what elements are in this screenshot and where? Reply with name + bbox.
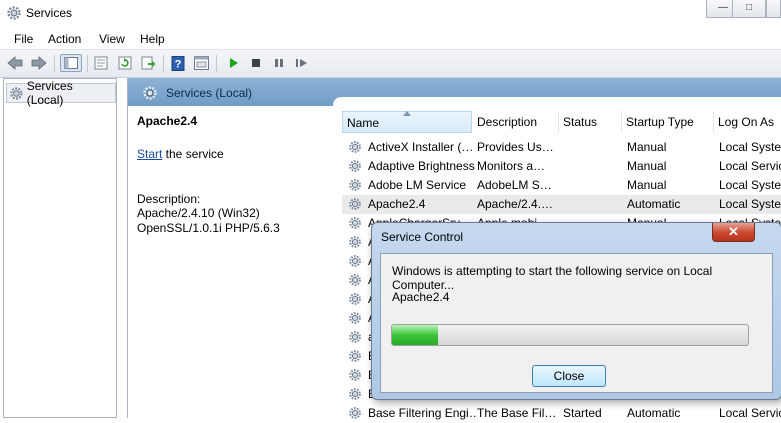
back-arrow-icon[interactable]: [6, 54, 24, 72]
gear-icon: [10, 86, 23, 100]
start-link-suffix: the service: [162, 147, 224, 161]
table-row[interactable]: Adaptive Brightness Monitors a… Manual Loca…: [342, 157, 781, 176]
service-gear-icon: [349, 236, 361, 248]
cell-name: Apache2.4: [368, 197, 426, 211]
svg-text:?: ?: [175, 58, 182, 70]
service-gear-icon: [349, 293, 361, 305]
toolbar: ?: [0, 49, 781, 78]
column-header-log-on-as[interactable]: Log On As: [714, 111, 781, 133]
column-header-description[interactable]: Description: [473, 111, 559, 133]
start-link[interactable]: Start: [137, 147, 162, 161]
cell-log-on-as: Local Servic…: [719, 159, 781, 173]
description-label: Description:: [137, 192, 201, 206]
pane-title: Services (Local): [166, 86, 253, 100]
show-tree-icon[interactable]: [60, 54, 82, 72]
properties-icon[interactable]: [92, 54, 110, 72]
cell-startup-type: Automatic: [627, 197, 681, 211]
service-gear-icon: [349, 217, 361, 229]
column-header-status[interactable]: Status: [559, 111, 622, 133]
menu-view[interactable]: View: [99, 32, 125, 46]
service-gear-icon: [349, 160, 361, 172]
service-control-dialog: Service Control ✕ Windows is attempting …: [371, 222, 781, 400]
cell-description: AdobeLM S…: [477, 178, 552, 192]
menu-file[interactable]: File: [14, 32, 33, 46]
service-gear-icon: [349, 388, 361, 400]
menu-help[interactable]: Help: [140, 32, 165, 46]
cell-log-on-as: Local Syste…: [719, 140, 781, 154]
cell-description: Provides Us…: [477, 140, 554, 154]
column-header-startup-type[interactable]: Startup Type: [622, 111, 714, 133]
description-line-1: Apache/2.4.10 (Win32): [137, 206, 260, 220]
dialog-message: Windows is attempting to start the follo…: [392, 264, 713, 292]
dialog-body: Windows is attempting to start the follo…: [380, 253, 773, 393]
selected-service-name: Apache2.4: [137, 114, 198, 128]
description-line-2: OpenSSL/1.0.1i PHP/5.6.3: [137, 221, 280, 235]
column-header-name[interactable]: Name: [342, 111, 472, 133]
service-gear-icon: [349, 350, 361, 362]
progress-bar: [391, 324, 749, 346]
window-title: Services: [26, 6, 73, 20]
export-list-icon[interactable]: [139, 54, 157, 72]
service-gear-icon: [349, 255, 361, 267]
cell-name: ActiveX Installer (…: [368, 140, 474, 154]
start-service-text: Start the service: [137, 147, 224, 161]
cell-description: Apache/2.4.…: [477, 197, 554, 211]
tree-item-label: Services (Local): [26, 79, 73, 107]
gear-icon: [7, 6, 21, 20]
gear-icon: [143, 86, 157, 100]
cell-name: Adobe LM Service: [368, 178, 467, 192]
restart-icon[interactable]: [293, 54, 311, 72]
cell-name: Adaptive Brightness: [368, 159, 475, 173]
service-gear-icon: [349, 369, 361, 381]
cell-startup-type: Manual: [627, 178, 667, 192]
pane-header-divider: [333, 97, 781, 106]
service-gear-icon: [349, 141, 361, 153]
service-gear-icon: [349, 198, 361, 210]
close-window-button[interactable]: [766, 0, 781, 18]
cell-startup-type: Manual: [627, 140, 667, 154]
cell-startup-type: Manual: [627, 159, 667, 173]
help-icon[interactable]: ?: [169, 54, 187, 72]
cell-log-on-as: Local Syste…: [719, 197, 781, 211]
close-button[interactable]: Close: [532, 365, 606, 387]
menu-bar: File Action View Help: [0, 29, 781, 49]
maximize-button[interactable]: □: [732, 0, 766, 18]
title-bar: Services — □: [0, 0, 781, 28]
dialog-close-button[interactable]: ✕: [712, 223, 755, 242]
service-gear-icon: [349, 179, 361, 191]
service-gear-icon: [349, 274, 361, 286]
cell-description: Monitors a…: [477, 159, 546, 173]
service-gear-icon: [349, 312, 361, 324]
refresh-icon[interactable]: [116, 54, 134, 72]
menu-action[interactable]: Action: [48, 32, 81, 46]
sort-ascending-icon: [403, 111, 411, 116]
stop-icon[interactable]: [247, 54, 265, 72]
cell-log-on-as: Local Syste…: [719, 178, 781, 192]
table-row[interactable]: Apache2.4 Apache/2.4.… Automatic Local Syst…: [342, 195, 781, 214]
console-icon[interactable]: [192, 54, 210, 72]
table-row[interactable]: Base Filtering Engi… The Base Fil… Started…: [342, 404, 781, 423]
tree-item-services-local[interactable]: Services (Local): [6, 79, 116, 107]
table-row[interactable]: ActiveX Installer (… Provides Us… Manual Lo…: [342, 138, 781, 157]
dialog-title: Service Control: [381, 230, 464, 244]
forward-arrow-icon[interactable]: [30, 54, 48, 72]
dialog-service-name: Apache2.4: [392, 290, 450, 304]
table-row[interactable]: Adobe LM Service AdobeLM S… Manual Local Sy…: [342, 176, 781, 195]
service-gear-icon: [349, 331, 361, 343]
pause-icon[interactable]: [270, 54, 288, 72]
console-tree: Services (Local): [3, 78, 117, 418]
pane-header: Services (Local): [128, 78, 781, 106]
play-icon[interactable]: [224, 54, 242, 72]
progress-fill: [392, 325, 439, 345]
